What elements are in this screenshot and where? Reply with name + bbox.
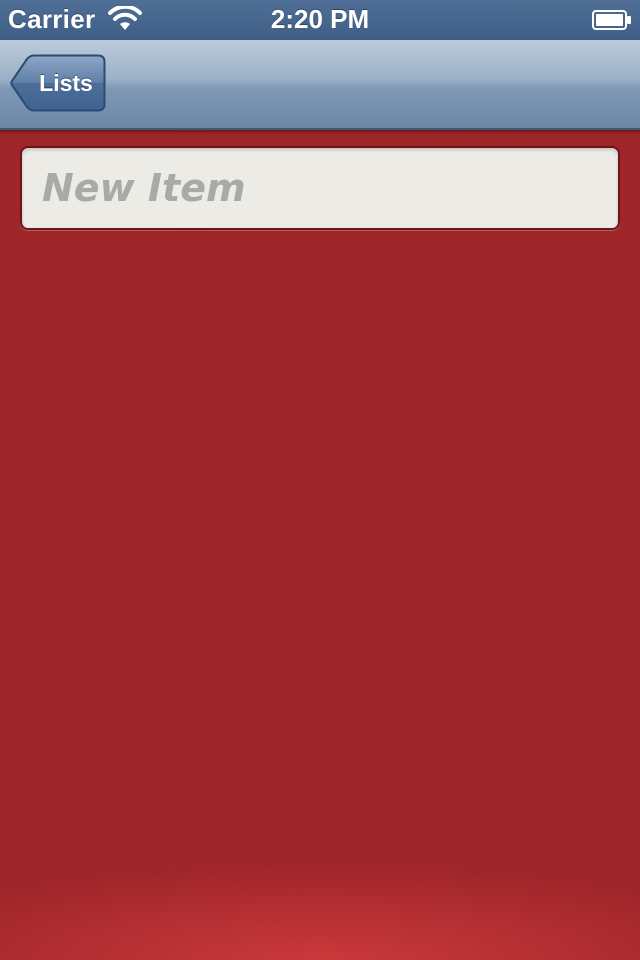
- new-item-input[interactable]: [22, 148, 618, 228]
- app-screen: Carrier 2:20 PM Lists New Item: [0, 0, 640, 960]
- back-button-label: Lists: [39, 70, 93, 96]
- back-button[interactable]: Lists: [10, 54, 106, 112]
- battery-icon: [592, 10, 632, 30]
- status-bar: Carrier 2:20 PM: [0, 0, 640, 40]
- navigation-bar: Lists: [0, 40, 640, 130]
- clock-time: 2:20 PM: [270, 4, 370, 34]
- new-item-field-container: [20, 146, 620, 230]
